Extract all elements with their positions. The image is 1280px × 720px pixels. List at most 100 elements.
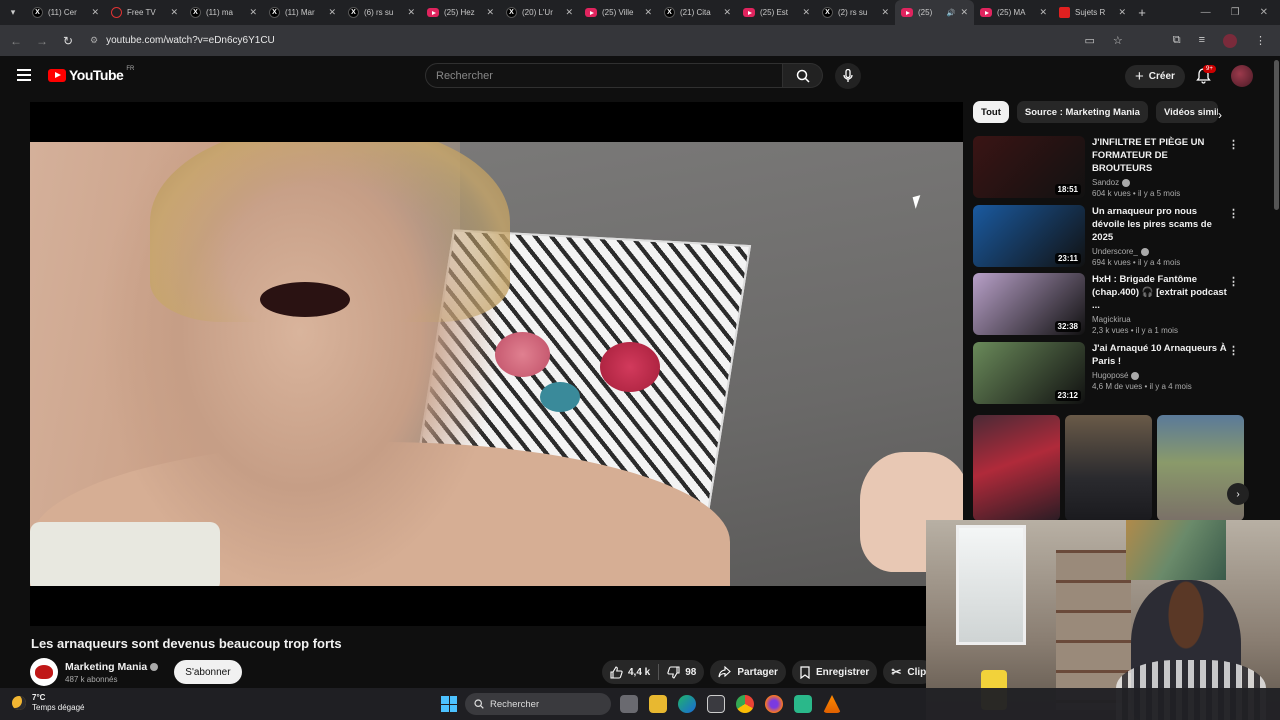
short-thumbnail[interactable] — [1065, 415, 1152, 521]
browser-menu-icon[interactable]: ⋮ — [1255, 34, 1266, 48]
tab-close-icon[interactable]: ✕ — [486, 7, 494, 18]
start-windows-icon[interactable] — [441, 696, 457, 712]
cast-icon[interactable]: ▭ — [1084, 34, 1094, 48]
browser-tab[interactable]: X (20) L'Ur ✕ — [500, 0, 579, 25]
chrome-icon[interactable] — [736, 695, 754, 713]
save-button[interactable]: Enregistrer — [791, 660, 878, 684]
firefox-icon[interactable] — [765, 695, 783, 713]
recommended-channel[interactable]: Underscore_ — [1092, 247, 1230, 256]
like-button[interactable]: 4,4 k — [610, 665, 650, 679]
restore-icon[interactable]: ❐ — [1231, 7, 1240, 18]
tab-close-icon[interactable]: ✕ — [960, 7, 968, 18]
task-view-icon[interactable] — [620, 695, 638, 713]
profile-avatar[interactable] — [1223, 33, 1237, 48]
browser-tab[interactable]: X (11) ma ✕ — [184, 0, 263, 25]
tab-close-icon[interactable]: ✕ — [91, 7, 99, 18]
vlc-icon[interactable] — [823, 695, 841, 713]
subscribe-button[interactable]: S'abonner — [174, 660, 242, 684]
video-thumbnail[interactable]: 32:38 — [973, 273, 1085, 335]
channel-name[interactable]: Marketing Mania — [65, 661, 159, 673]
tab-close-icon[interactable]: ✕ — [802, 7, 810, 18]
recommended-video[interactable]: 23:12 J'ai Arnaqué 10 Arnaqueurs À Paris … — [973, 342, 1245, 404]
recommended-title[interactable]: J'ai Arnaqué 10 Arnaqueurs À Paris ! — [1092, 342, 1230, 368]
account-avatar[interactable] — [1231, 65, 1253, 87]
menu-icon[interactable] — [17, 69, 31, 84]
browser-tab[interactable]: Sujets R ✕ — [1053, 0, 1132, 25]
tab-close-icon[interactable]: ✕ — [644, 7, 652, 18]
tab-close-icon[interactable]: ✕ — [328, 7, 336, 18]
bookmark-star-icon[interactable]: ☆ — [1113, 34, 1123, 48]
short-thumbnail[interactable] — [973, 415, 1060, 521]
more-options-icon[interactable]: ⋮ — [1228, 275, 1239, 288]
page-scrollbar[interactable] — [1274, 60, 1279, 210]
back-icon[interactable]: ← — [8, 34, 24, 48]
browser-tab[interactable]: (25) Est ✕ — [737, 0, 816, 25]
video-thumbnail[interactable]: 18:51 — [973, 136, 1085, 198]
create-button[interactable]: + Créer — [1125, 65, 1185, 88]
tab-close-icon[interactable]: ✕ — [723, 7, 731, 18]
tab-search-icon[interactable]: ▾ — [0, 0, 26, 25]
reload-icon[interactable]: ↻ — [60, 34, 76, 48]
search-button[interactable] — [783, 63, 823, 88]
browser-tab[interactable]: X (2) rs su ✕ — [816, 0, 895, 25]
video-thumbnail[interactable]: 23:11 — [973, 205, 1085, 267]
extensions-icon[interactable]: ⧉ — [1173, 34, 1181, 48]
filter-chip[interactable]: Vidéos simila — [1155, 101, 1218, 123]
weather-widget[interactable]: 7°C Temps dégagé — [12, 693, 84, 713]
channel-avatar[interactable] — [30, 658, 58, 686]
app-green-icon[interactable] — [794, 695, 812, 713]
tab-close-icon[interactable]: ✕ — [170, 7, 178, 18]
edge-icon[interactable] — [678, 695, 696, 713]
video-player[interactable] — [30, 102, 963, 626]
share-button[interactable]: Partager — [710, 660, 786, 684]
recommended-title[interactable]: Un arnaqueur pro nous dévoile les pires … — [1092, 205, 1230, 244]
filter-chip[interactable]: Source : Marketing Mania — [1016, 101, 1148, 123]
tab-close-icon[interactable]: ✕ — [1118, 7, 1126, 18]
tab-close-icon[interactable]: ✕ — [407, 7, 415, 18]
youtube-logo[interactable]: YouTube FR — [48, 66, 134, 83]
browser-tab[interactable]: (25) MA ✕ — [974, 0, 1053, 25]
more-options-icon[interactable]: ⋮ — [1228, 138, 1239, 151]
recommended-channel[interactable]: Magickirua — [1092, 315, 1230, 324]
browser-tab[interactable]: (25) Ville ✕ — [579, 0, 658, 25]
tab-close-icon[interactable]: ✕ — [881, 7, 889, 18]
browser-tab[interactable]: Free TV ✕ — [105, 0, 184, 25]
filter-chip[interactable]: Tout — [973, 101, 1009, 123]
shorts-next-icon[interactable]: › — [1227, 483, 1249, 505]
recommended-video[interactable]: 23:11 Un arnaqueur pro nous dévoile les p… — [973, 205, 1245, 267]
browser-tab[interactable]: (25) 🔊 ✕ — [895, 0, 974, 25]
more-options-icon[interactable]: ⋮ — [1228, 207, 1239, 220]
browser-tab[interactable]: X (6) rs su ✕ — [342, 0, 421, 25]
recommended-channel[interactable]: Hugoposé — [1092, 371, 1230, 380]
browser-tab[interactable]: (25) Hez ✕ — [421, 0, 500, 25]
recommended-video[interactable]: 18:51 J'INFILTRE ET PIÈGE UN FORMATEUR DE… — [973, 136, 1245, 198]
file-explorer-icon[interactable] — [649, 695, 667, 713]
new-tab-button[interactable]: + — [1132, 5, 1152, 20]
taskbar-search[interactable]: Rechercher — [465, 693, 611, 715]
recommended-video[interactable]: 32:38 HxH : Brigade Fantôme (chap.400) 🎧 … — [973, 273, 1245, 335]
dislike-button[interactable]: 98 — [667, 665, 696, 679]
tab-close-icon[interactable]: ✕ — [1039, 7, 1047, 18]
recommended-title[interactable]: HxH : Brigade Fantôme (chap.400) 🎧 [extr… — [1092, 273, 1230, 312]
forward-icon[interactable]: → — [34, 34, 50, 48]
minimize-icon[interactable]: — — [1201, 7, 1211, 18]
tab-close-icon[interactable]: ✕ — [565, 7, 573, 18]
recommended-channel[interactable]: Sandoz — [1092, 178, 1230, 187]
browser-tab[interactable]: X (21) Cita ✕ — [658, 0, 737, 25]
recommended-title[interactable]: J'INFILTRE ET PIÈGE UN FORMATEUR DE BROU… — [1092, 136, 1230, 175]
search-input[interactable]: Rechercher — [425, 63, 783, 88]
site-info-icon[interactable]: ⚙ — [90, 35, 98, 46]
browser-tab[interactable]: X (11) Mar ✕ — [263, 0, 342, 25]
tab-close-icon[interactable]: ✕ — [249, 7, 257, 18]
video-thumbnail[interactable]: 23:12 — [973, 342, 1085, 404]
chevron-right-icon[interactable]: › — [1218, 108, 1222, 122]
voice-search-button[interactable] — [835, 63, 861, 89]
url-field[interactable]: ⚙ youtube.com/watch?v=eDn6cy6Y1CU — [86, 30, 1074, 52]
more-options-icon[interactable]: ⋮ — [1228, 344, 1239, 357]
close-window-icon[interactable]: ✕ — [1260, 7, 1268, 18]
short-thumbnail[interactable] — [1157, 415, 1244, 521]
browser-tab[interactable]: X (11) Cer ✕ — [26, 0, 105, 25]
audio-playing-icon[interactable]: 🔊 — [947, 9, 956, 17]
store-icon[interactable] — [707, 695, 725, 713]
media-control-icon[interactable]: ≡ — [1199, 34, 1205, 48]
